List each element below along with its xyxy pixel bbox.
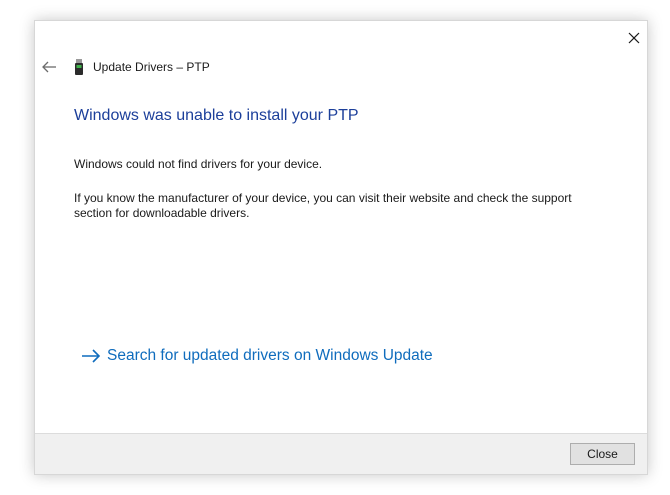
close-icon[interactable] — [623, 27, 645, 49]
window-title: Update Drivers – PTP — [93, 60, 210, 74]
page-title: Windows was unable to install your PTP — [74, 107, 359, 124]
update-drivers-dialog: Update Drivers – PTP Windows was unable … — [34, 20, 648, 475]
back-arrow-icon[interactable] — [41, 59, 59, 75]
windows-update-link-label[interactable]: Search for updated drivers on Windows Up… — [107, 347, 433, 365]
dialog-footer: Close — [35, 433, 647, 474]
close-button[interactable]: Close — [570, 443, 635, 465]
details-text: If you know the manufacturer of your dev… — [74, 191, 572, 220]
arrow-right-icon — [81, 349, 101, 363]
error-message: Windows could not find drivers for your … — [74, 157, 323, 171]
usb-device-icon — [74, 59, 84, 76]
windows-update-link[interactable]: Search for updated drivers on Windows Up… — [81, 345, 433, 367]
